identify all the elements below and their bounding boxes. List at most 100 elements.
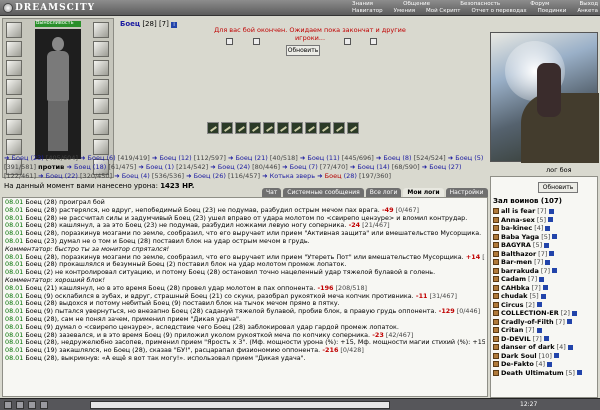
user-name[interactable]: D-DEVIL <box>501 335 531 344</box>
list-item[interactable]: Critan [7] <box>493 326 597 335</box>
info-icon[interactable] <box>547 361 553 367</box>
list-item[interactable]: De-Fakto [4] <box>493 360 597 369</box>
user-name[interactable]: Critan <box>501 326 523 335</box>
logo[interactable]: DREAMSCITY <box>3 2 95 14</box>
list-item[interactable]: COLLECTION-ER [2] <box>493 309 597 318</box>
fighter-name[interactable]: Боец <box>194 172 211 180</box>
user-name[interactable]: CAHbka <box>501 284 530 293</box>
ring-slot[interactable] <box>6 139 22 155</box>
menu-item[interactable]: Отчет о переводах <box>471 8 526 14</box>
user-name[interactable]: Cadam <box>501 275 526 284</box>
list-item[interactable]: D-DEVIL [7] <box>493 335 597 344</box>
user-name[interactable]: barrakuda <box>501 267 539 276</box>
users-icon[interactable] <box>16 401 24 409</box>
arrow-left-icon[interactable] <box>226 38 233 45</box>
user-name[interactable]: Bar-men <box>501 258 532 267</box>
weapon-icon[interactable] <box>347 122 359 134</box>
fighter-name[interactable]: Котька зверь <box>270 172 315 180</box>
weapon-icon[interactable] <box>333 122 345 134</box>
user-name[interactable]: Circus <box>501 301 524 310</box>
info-icon[interactable] <box>536 302 542 308</box>
refresh-button[interactable]: Обновить <box>286 45 320 56</box>
tab-2[interactable]: Все логи <box>365 188 402 197</box>
list-item[interactable]: Circus [2] <box>493 301 597 310</box>
user-name[interactable]: Dark Soul <box>501 352 537 361</box>
character-nick[interactable]: Боец <box>120 20 140 28</box>
list-item[interactable]: Bar-men [7] <box>493 258 597 267</box>
menu-item[interactable]: Общение <box>403 1 430 7</box>
info-icon[interactable] <box>548 217 554 223</box>
shield-slot[interactable] <box>93 60 109 76</box>
user-name[interactable]: Anna-sex <box>501 216 535 225</box>
menu-item[interactable]: Анкета <box>577 8 598 14</box>
fighter-name[interactable]: Боец <box>235 154 252 162</box>
user-name[interactable]: BAGYRA <box>501 241 531 250</box>
user-name[interactable]: Cradly-of-Filth <box>501 318 554 327</box>
list-item[interactable]: Cadam [7] <box>493 275 597 284</box>
info-icon[interactable] <box>539 276 545 282</box>
menu-item[interactable]: Поединки <box>538 8 567 14</box>
earring-slot[interactable] <box>93 22 109 38</box>
weapon-icon[interactable] <box>277 122 289 134</box>
weapon-icon[interactable] <box>221 122 233 134</box>
info-icon[interactable] <box>545 225 551 231</box>
user-name[interactable]: Death Ultimatum <box>501 369 564 378</box>
fighter-name[interactable]: Боец <box>307 154 324 162</box>
helmet-slot[interactable] <box>6 22 22 38</box>
user-name[interactable]: ba-kinec <box>501 224 532 233</box>
amulet-slot[interactable] <box>6 41 22 57</box>
info-icon[interactable]: i <box>171 22 178 28</box>
info-icon[interactable] <box>549 251 555 257</box>
fighter-name[interactable]: Боец <box>290 163 307 171</box>
info-icon[interactable] <box>552 234 558 240</box>
fighter-name[interactable]: Боец <box>159 154 176 162</box>
smile-icon[interactable] <box>4 401 12 409</box>
fighter-name[interactable]: Боец <box>218 163 235 171</box>
info-icon[interactable] <box>576 370 582 376</box>
fighter-name[interactable]: Боец <box>88 154 105 162</box>
list-item[interactable]: Death Ultimatum [5] <box>493 369 597 378</box>
tab-4[interactable]: Настройки <box>445 188 488 197</box>
menu-item[interactable]: Форум <box>530 1 549 7</box>
list-item[interactable]: BAGYRA [5] <box>493 241 597 250</box>
fighter-name[interactable]: Боец <box>146 163 163 171</box>
info-icon[interactable] <box>545 259 551 265</box>
fighter-name[interactable]: Боец <box>429 163 446 171</box>
weapon-slot[interactable] <box>6 60 22 76</box>
tab-0[interactable]: Чат <box>262 188 282 197</box>
weapon-icon[interactable] <box>263 122 275 134</box>
menu-item[interactable]: Мой Скрипт <box>426 8 460 14</box>
fighter-name[interactable]: Боец <box>383 154 400 162</box>
info-icon[interactable] <box>567 344 573 350</box>
fighter-name[interactable]: Боец <box>74 163 91 171</box>
list-item[interactable]: Dark Soul [10] <box>493 352 597 361</box>
fighter-name[interactable]: Боец <box>122 172 139 180</box>
fighter-name[interactable]: Боец <box>357 163 374 171</box>
list-item[interactable]: chudak [5] <box>493 292 597 301</box>
user-name[interactable]: danser of dark <box>501 343 555 352</box>
list-refresh-button[interactable]: Обновить <box>538 182 578 193</box>
ring2-slot[interactable] <box>93 119 109 135</box>
armor-slot[interactable] <box>6 79 22 95</box>
list-item[interactable]: Anna-sex [5] <box>493 216 597 225</box>
info-icon[interactable] <box>542 285 548 291</box>
belt-slot[interactable] <box>6 98 22 114</box>
user-name[interactable]: COLLECTION-ER <box>501 309 559 318</box>
weapon-icon[interactable] <box>207 122 219 134</box>
list-item[interactable]: Balthazor [7] <box>493 250 597 259</box>
weapon-icon[interactable] <box>319 122 331 134</box>
fighter-name[interactable]: Боец <box>46 172 63 180</box>
menu-item[interactable]: Навигатор <box>352 8 383 14</box>
menu-item[interactable]: Выход <box>579 1 598 7</box>
weapon-icon[interactable] <box>291 122 303 134</box>
user-name[interactable]: chudak <box>501 292 527 301</box>
arrow-right-icon[interactable] <box>344 38 351 45</box>
info-icon[interactable] <box>543 336 549 342</box>
menu-item[interactable]: Знания <box>352 1 373 7</box>
bracer-slot[interactable] <box>93 41 109 57</box>
tab-3[interactable]: Мои логи <box>403 188 444 197</box>
tab-1[interactable]: Системные сообщения <box>283 188 364 197</box>
fighter-name[interactable]: Боец <box>12 154 29 162</box>
info-icon[interactable] <box>571 310 577 316</box>
battle-log[interactable]: 08.01 Боец (28) проиграл бой 08.01 Боец (… <box>2 197 488 397</box>
